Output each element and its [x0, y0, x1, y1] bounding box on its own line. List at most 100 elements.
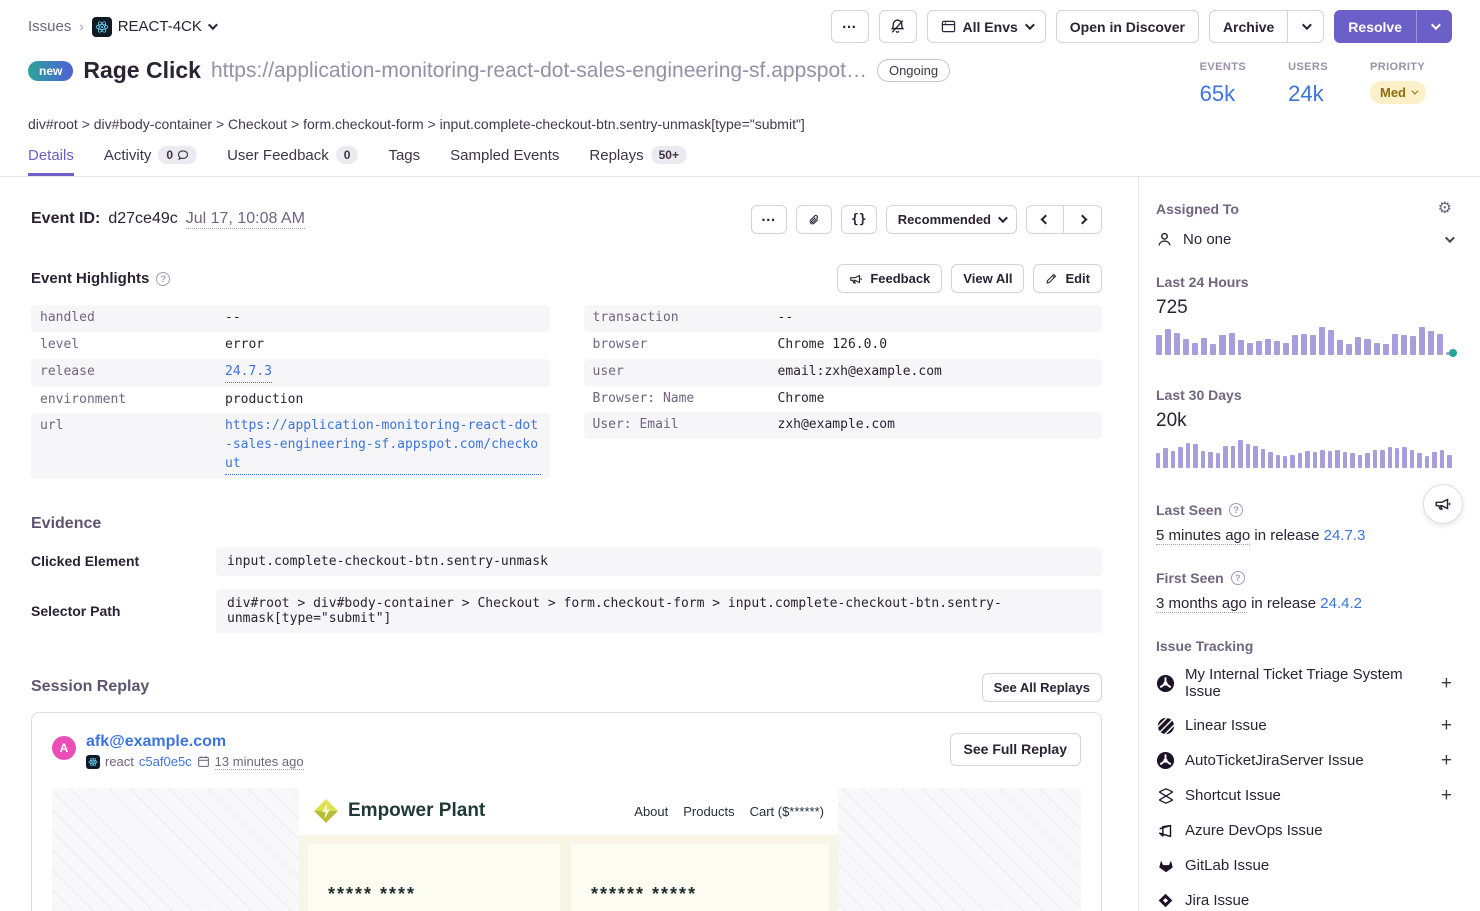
histogram-bar — [1380, 450, 1384, 468]
mute-button[interactable] — [879, 10, 917, 43]
jira-server-icon — [1156, 674, 1175, 693]
environment-selector[interactable]: All Envs — [927, 10, 1046, 43]
user-feedback-count-badge: 0 — [336, 146, 359, 164]
histogram-bar — [1238, 440, 1242, 468]
replay-id-link[interactable]: c5af0e5c — [139, 754, 192, 769]
tracker-item-azure-devops[interactable]: Azure DevOps Issue — [1156, 813, 1452, 848]
view-all-button[interactable]: View All — [951, 264, 1024, 293]
megaphone-icon — [1434, 495, 1452, 513]
histogram-bar — [1261, 449, 1265, 468]
tab-sampled-events[interactable]: Sampled Events — [450, 146, 559, 176]
resolve-button[interactable]: Resolve — [1334, 10, 1416, 43]
priority-selector[interactable]: Med — [1370, 81, 1426, 104]
avatar: A — [52, 736, 76, 760]
tracker-item-autoticketjiraserver[interactable]: AutoTicketJiraServer Issue + — [1156, 743, 1452, 778]
histogram-bar — [1292, 335, 1298, 355]
tab-replays[interactable]: Replays 50+ — [589, 146, 687, 176]
tab-activity[interactable]: Activity 0 — [104, 146, 197, 176]
first-seen-time[interactable]: 3 months ago — [1156, 595, 1247, 613]
last-seen-time[interactable]: 5 minutes ago — [1156, 527, 1250, 545]
more-actions-button[interactable]: … — [831, 10, 869, 43]
plus-icon[interactable]: + — [1441, 716, 1452, 735]
feedback-button[interactable]: Feedback — [837, 264, 942, 293]
histogram-bar — [1193, 444, 1197, 468]
see-all-replays-button[interactable]: See All Replays — [982, 673, 1102, 702]
tab-tags[interactable]: Tags — [388, 146, 420, 176]
see-full-replay-button[interactable]: See Full Replay — [950, 733, 1081, 766]
event-more-button[interactable]: … — [751, 205, 787, 234]
megaphone-icon — [849, 272, 863, 286]
issue-tracking-title: Issue Tracking — [1156, 638, 1452, 654]
histogram-bar — [1313, 452, 1317, 468]
priority-stat-label: PRIORITY — [1370, 61, 1426, 73]
url-link[interactable]: https://application-monitoring-react-dot… — [225, 417, 541, 475]
previous-event-button[interactable] — [1026, 205, 1064, 234]
users-stat-value[interactable]: 24k — [1288, 81, 1328, 107]
tab-details[interactable]: Details — [28, 146, 74, 176]
highlight-row: useremail:zxh@example.com — [584, 359, 1103, 386]
last-30-days-chart[interactable] — [1156, 440, 1452, 468]
tracker-item-internal-triage[interactable]: My Internal Ticket Triage System Issue + — [1156, 658, 1452, 708]
archive-button[interactable]: Archive — [1209, 10, 1288, 43]
edit-highlights-button[interactable]: Edit — [1033, 264, 1102, 293]
tracker-item-gitlab[interactable]: GitLab Issue — [1156, 848, 1452, 883]
histogram-bar — [1374, 343, 1380, 355]
help-icon[interactable]: ? — [156, 272, 170, 286]
tracker-item-jira[interactable]: Jira Issue — [1156, 883, 1452, 911]
highlight-row: User: Emailzxh@example.com — [584, 412, 1103, 439]
tab-user-feedback[interactable]: User Feedback 0 — [227, 146, 358, 176]
attachments-button[interactable] — [796, 205, 832, 234]
last-24-hours-chart[interactable] — [1156, 327, 1452, 355]
json-button[interactable]: {} — [841, 205, 877, 234]
help-icon[interactable]: ? — [1231, 571, 1245, 585]
events-stat-value[interactable]: 65k — [1200, 81, 1246, 107]
chevron-down-icon — [1411, 88, 1418, 95]
open-in-discover-button[interactable]: Open in Discover — [1056, 10, 1199, 43]
breadcrumb-issues-link[interactable]: Issues — [28, 18, 71, 35]
ellipsis-icon: … — [842, 15, 858, 32]
archive-dropdown-button[interactable] — [1288, 10, 1324, 43]
plus-icon[interactable]: + — [1441, 751, 1452, 770]
gear-icon[interactable]: ⚙ — [1438, 201, 1452, 217]
person-icon — [1156, 231, 1173, 248]
first-seen-title: First Seen — [1156, 570, 1224, 586]
feedback-fab-button[interactable] — [1423, 484, 1463, 524]
tracker-item-shortcut[interactable]: Shortcut Issue + — [1156, 778, 1452, 813]
plus-icon[interactable]: + — [1441, 674, 1452, 693]
chevron-right-icon — [1078, 215, 1088, 225]
event-timestamp[interactable]: Jul 17, 10:08 AM — [186, 210, 305, 229]
replay-time[interactable]: 13 minutes ago — [215, 754, 304, 770]
event-highlights-title: Event Highlights — [31, 270, 149, 287]
next-event-button[interactable] — [1064, 205, 1102, 234]
histogram-bar — [1432, 452, 1436, 468]
issue-sidebar: Assigned To ⚙ No one Last 24 Hours 725 L… — [1139, 177, 1480, 911]
plus-icon[interactable]: + — [1441, 786, 1452, 805]
assignee-selector[interactable]: No one — [1156, 231, 1452, 248]
release-link[interactable]: 24.7.3 — [225, 363, 272, 383]
histogram-bar — [1268, 452, 1272, 468]
histogram-bar — [1301, 334, 1307, 355]
histogram-bar — [1395, 448, 1399, 468]
last-seen-release-link[interactable]: 24.7.3 — [1324, 527, 1366, 544]
replays-count-badge: 50+ — [651, 146, 687, 164]
event-sort-selector[interactable]: Recommended — [886, 205, 1017, 234]
histogram-bar — [1350, 453, 1354, 468]
selector-path-value: div#root > div#body-container > Checkout… — [216, 589, 1102, 633]
tracker-item-linear[interactable]: Linear Issue + — [1156, 708, 1452, 743]
help-icon[interactable]: ? — [1229, 503, 1243, 517]
event-id-value: d27ce49c — [108, 210, 177, 228]
replay-user-link[interactable]: afk@example.com — [86, 733, 304, 751]
histogram-bar — [1373, 450, 1377, 468]
replay-card: A afk@example.com react c5af0e5c 13 minu… — [31, 712, 1102, 911]
chevron-left-icon — [1040, 215, 1050, 225]
bell-muted-icon — [889, 18, 906, 35]
pencil-icon — [1045, 272, 1058, 285]
histogram-bar — [1163, 448, 1167, 468]
project-selector[interactable]: REACT-4CK — [92, 17, 215, 37]
replay-player[interactable]: Empower Plant About Products Cart ($****… — [52, 788, 1081, 911]
histogram-bar — [1274, 341, 1280, 355]
resolve-dropdown-button[interactable] — [1416, 10, 1452, 43]
histogram-bar — [1210, 344, 1216, 355]
issue-title: Rage Click — [83, 57, 201, 84]
first-seen-release-link[interactable]: 24.4.2 — [1320, 595, 1362, 612]
